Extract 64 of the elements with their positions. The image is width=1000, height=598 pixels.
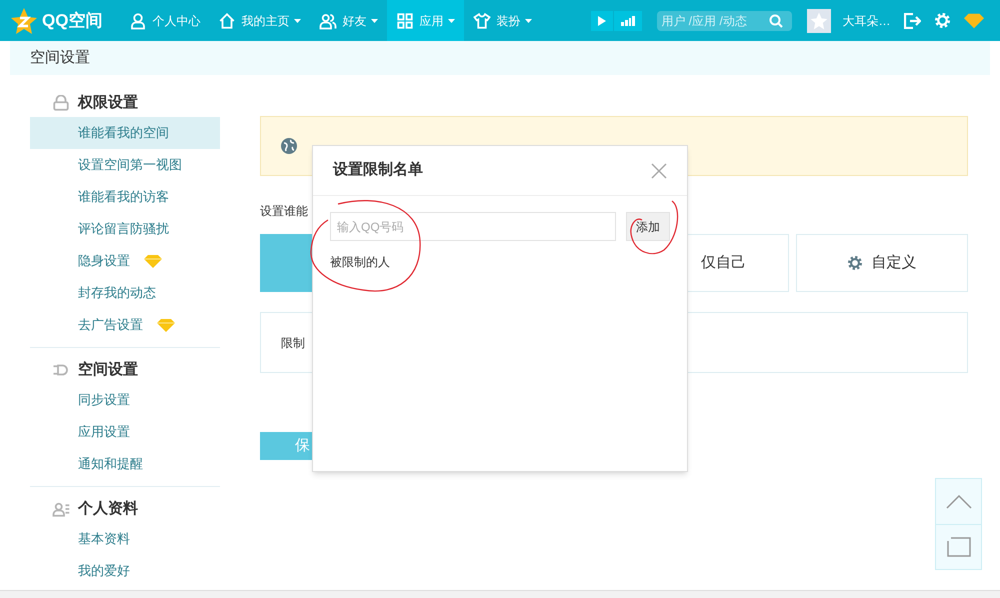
person-icon xyxy=(129,12,148,30)
section-heading: 空间设置 xyxy=(78,360,138,380)
shirt-icon xyxy=(473,12,492,30)
section-heading: 个人资料 xyxy=(78,498,138,519)
sidebar-item[interactable]: 隐身设置 xyxy=(30,245,220,277)
sidebar-item[interactable]: 设置空间第一视图 xyxy=(30,149,220,181)
profile-icon xyxy=(52,501,70,517)
home-icon xyxy=(218,12,236,30)
sidebar-item[interactable]: 评论留言防骚扰 xyxy=(30,213,220,245)
add-button[interactable]: 添加 xyxy=(626,212,670,241)
restrict-label: 限制 xyxy=(281,334,305,352)
bars-icon xyxy=(621,16,636,26)
section-heading: 权限设置 xyxy=(78,92,138,113)
avatar[interactable] xyxy=(807,8,832,32)
sidebar-item-label: 通知和提醒 xyxy=(78,455,143,474)
nav-tab[interactable]: 我的主页 xyxy=(209,0,310,41)
sidebar-item-label: 基本资料 xyxy=(78,530,130,548)
sidebar-item-label: 去广告设置 xyxy=(78,316,143,334)
restricted-list-label: 被限制的人 xyxy=(330,254,391,271)
sidebar-item-label: 我的爱好 xyxy=(78,562,130,580)
qq-number-field[interactable]: 输入QQ号码 xyxy=(330,212,616,241)
grid-icon xyxy=(396,12,414,30)
music-button[interactable] xyxy=(614,10,642,30)
nav-tab[interactable]: 好友 xyxy=(310,0,388,41)
sidebar-item-label: 谁能看我的访客 xyxy=(78,188,169,206)
search-icon xyxy=(769,14,784,28)
friends-icon xyxy=(319,12,338,30)
sidebar-item[interactable]: 封存我的动态 xyxy=(30,277,220,309)
sidebar-item-label: 同步设置 xyxy=(78,391,130,410)
diamond-icon[interactable] xyxy=(964,12,984,28)
sidebar-item-label: 封存我的动态 xyxy=(78,284,156,302)
sidebar-item[interactable]: 基本资料 xyxy=(30,523,220,555)
sidebar-item-label: 隐身设置 xyxy=(78,252,130,270)
chevron-up-icon xyxy=(946,494,972,508)
logo-text: QQ空间 xyxy=(42,10,102,32)
logout-icon[interactable] xyxy=(904,12,922,28)
sidebar-item-label: 应用设置 xyxy=(78,423,130,442)
sidebar-item[interactable]: 同步设置 xyxy=(30,384,220,416)
search-field[interactable]: 用户 /应用 /动态 xyxy=(657,10,792,30)
sidebar-item[interactable]: 通知和提醒 xyxy=(30,448,220,480)
sidebar-item-label: 评论留言防骚扰 xyxy=(78,220,169,238)
access-option[interactable]: 自定义 xyxy=(796,234,968,292)
gear-icon xyxy=(848,256,862,270)
access-label: 设置谁能 xyxy=(260,203,309,220)
sidebar-item-label: 设置空间第一视图 xyxy=(78,156,182,174)
play-icon xyxy=(598,16,606,26)
user-name[interactable]: 大耳朵… xyxy=(842,12,890,30)
sidebar-item[interactable]: 谁能看我的访客 xyxy=(30,181,220,213)
page-title: 空间设置 xyxy=(30,48,90,68)
sidebar-item[interactable]: 谁能看我的空间 xyxy=(30,117,220,149)
nav-tab[interactable]: 个人中心 xyxy=(120,0,210,41)
nav-tab[interactable]: 装扮 xyxy=(464,0,542,41)
star-logo-icon xyxy=(10,6,38,34)
globe-icon xyxy=(281,138,297,154)
sidebar-item[interactable]: 我的爱好 xyxy=(30,555,220,587)
close-icon[interactable] xyxy=(651,162,667,178)
sidebar-item[interactable]: 去广告设置 xyxy=(30,309,220,341)
play-button[interactable] xyxy=(591,10,614,30)
dialog-title: 设置限制名单 xyxy=(333,160,423,180)
star-icon xyxy=(810,12,828,30)
sidebar-item-label: 谁能看我的空间 xyxy=(78,124,169,142)
sidebar-item[interactable]: 应用设置 xyxy=(30,416,220,448)
lock-icon xyxy=(52,95,70,111)
settings-icon[interactable] xyxy=(935,13,950,28)
